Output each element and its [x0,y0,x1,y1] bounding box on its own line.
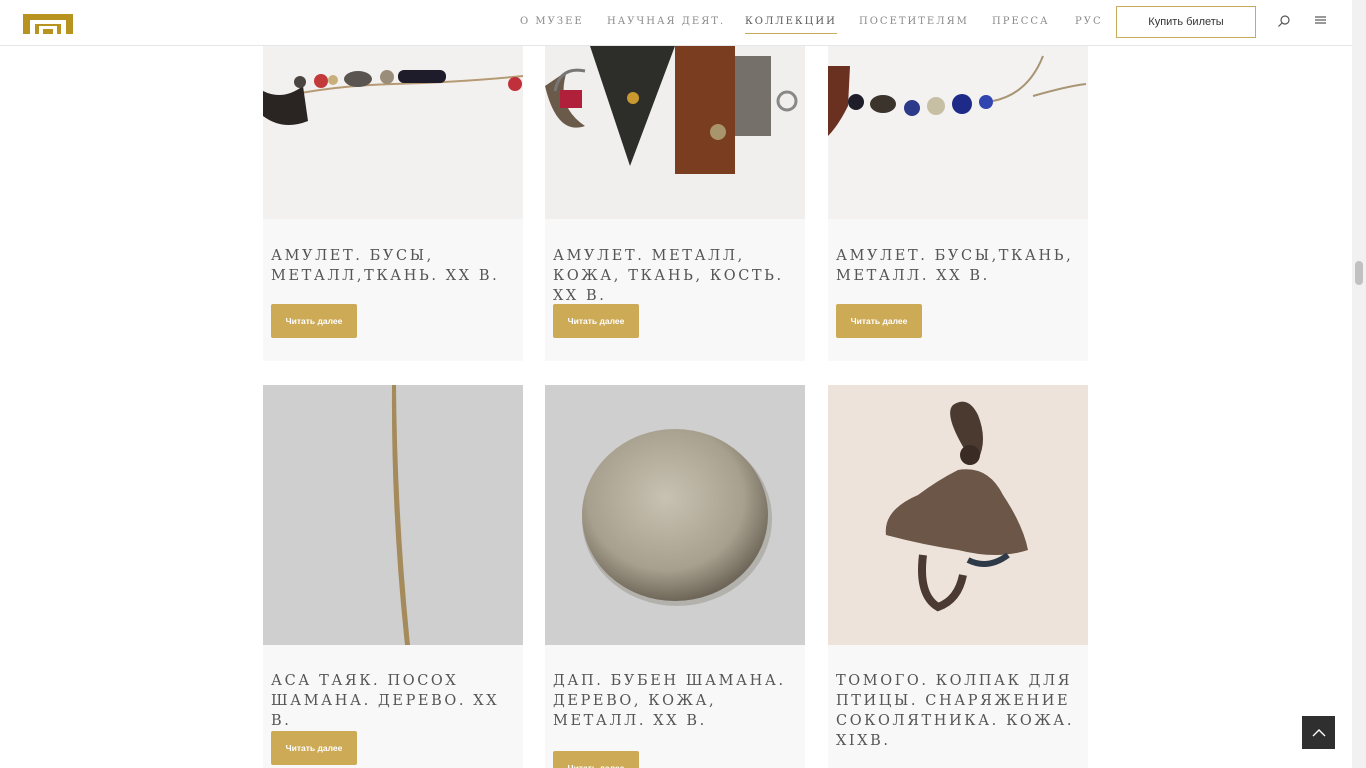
card-title[interactable]: АСА ТАЯК. ПОСОХ ШАМАНА. ДЕРЕВО. XX В. [271,671,517,731]
chevron-up-icon [1312,728,1325,736]
card-title[interactable]: АМУЛЕТ. МЕТАЛЛ, КОЖА, ТКАНЬ, КОСТЬ. XX В… [553,246,799,306]
nav-visitors[interactable]: ПОСЕТИТЕЛЯМ [859,16,969,27]
nav-language[interactable]: РУС [1075,16,1103,27]
item-image-amulet-beads[interactable] [263,46,523,219]
museum-logo[interactable] [23,14,73,34]
nav-about[interactable]: О МУЗЕЕ [520,16,584,27]
nav-collections[interactable]: КОЛЛЕКЦИИ [745,16,837,34]
collection-card[interactable]: АМУЛЕТ. МЕТАЛЛ, КОЖА, ТКАНЬ, КОСТЬ. XX В… [545,46,805,361]
page-scrollbar[interactable] [1352,0,1366,768]
card-title[interactable]: ТОМОГО. КОЛПАК ДЛЯ ПТИЦЫ. СНАРЯЖЕНИЕ СОК… [836,671,1082,751]
read-more-button[interactable]: Читать далее [271,304,357,338]
card-title[interactable]: АМУЛЕТ. БУСЫ,ТКАНЬ, МЕТАЛЛ. XX В. [836,246,1082,286]
buy-tickets-button[interactable]: Купить билеты [1116,6,1256,38]
site-header: О МУЗЕЕ НАУЧНАЯ ДЕЯТ. КОЛЛЕКЦИИ ПОСЕТИТЕ… [0,0,1352,46]
item-image-shaman-drum[interactable] [545,385,805,645]
read-more-button[interactable]: Читать далее [553,304,639,338]
read-more-button[interactable]: Читать далее [271,731,357,765]
card-title[interactable]: АМУЛЕТ. БУСЫ, МЕТАЛЛ,ТКАНЬ. XX В. [271,246,517,286]
item-image-amulet-fabric[interactable] [828,46,1088,219]
collection-card[interactable]: АМУЛЕТ. БУСЫ, МЕТАЛЛ,ТКАНЬ. XX В. Читать… [263,46,523,361]
collection-card[interactable]: АМУЛЕТ. БУСЫ,ТКАНЬ, МЕТАЛЛ. XX В. Читать… [828,46,1088,361]
nav-press[interactable]: ПРЕССА [992,16,1050,27]
item-image-falconry-hood[interactable] [828,385,1088,645]
scrollbar-thumb[interactable] [1355,261,1363,285]
read-more-button[interactable]: Читать далее [553,751,639,768]
menu-icon[interactable] [1314,15,1328,29]
collection-card[interactable]: ТОМОГО. КОЛПАК ДЛЯ ПТИЦЫ. СНАРЯЖЕНИЕ СОК… [828,385,1088,768]
item-image-shaman-staff[interactable] [263,385,523,645]
card-title[interactable]: ДАП. БУБЕН ШАМАНА. ДЕРЕВО, КОЖА, МЕТАЛЛ.… [553,671,799,731]
collection-card[interactable]: АСА ТАЯК. ПОСОХ ШАМАНА. ДЕРЕВО. XX В. Чи… [263,385,523,768]
back-to-top-button[interactable] [1302,716,1335,749]
read-more-button[interactable]: Читать далее [836,304,922,338]
item-image-amulet-leather[interactable] [545,46,805,219]
collection-card[interactable]: ДАП. БУБЕН ШАМАНА. ДЕРЕВО, КОЖА, МЕТАЛЛ.… [545,385,805,768]
search-icon[interactable] [1277,14,1291,28]
nav-research[interactable]: НАУЧНАЯ ДЕЯТ. [607,16,725,27]
